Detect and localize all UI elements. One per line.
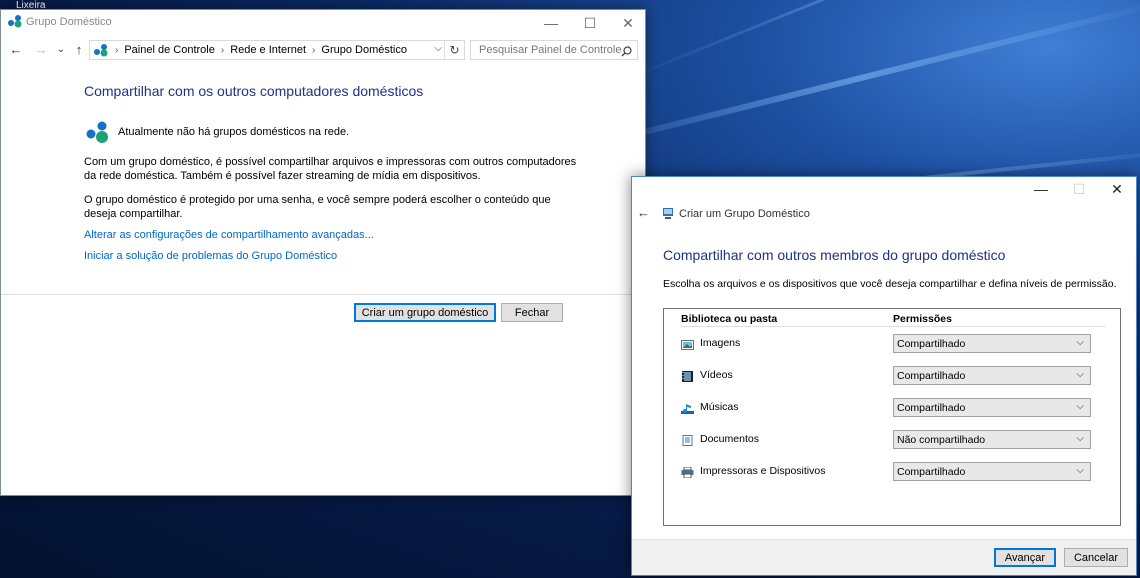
page-title: Compartilhar com os outros computadores … (84, 83, 424, 99)
chevron-down-icon: ⌵ (1076, 465, 1084, 476)
library-label: Imagens (700, 337, 741, 349)
advanced-sharing-settings-link[interactable]: Alterar as configurações de compartilham… (84, 229, 374, 241)
breadcrumb-separator: › (312, 44, 316, 56)
table-row: Impressoras e Dispositivos Compartilhado… (664, 461, 1120, 483)
library-label: Vídeos (700, 369, 733, 381)
table-row: Vídeos Compartilhado ⌵ (664, 365, 1120, 387)
window-title: Grupo Doméstico (26, 16, 112, 28)
chevron-down-icon: ⌵ (1076, 401, 1084, 412)
table-row: Imagens Compartilhado ⌵ (664, 333, 1120, 355)
wizard-footer: Avançar Cancelar (632, 539, 1136, 575)
homegroup-icon (8, 15, 22, 28)
maximize-button: ☐ (1072, 180, 1086, 197)
homegroup-window: Grupo Doméstico — ☐ ✕ ← → ⌄ ↑ › Painel d… (0, 9, 646, 496)
title-bar[interactable]: Grupo Doméstico — ☐ ✕ (1, 10, 645, 38)
permission-select[interactable]: Compartilhado ⌵ (893, 462, 1091, 481)
sharing-permissions-table: Biblioteca ou pasta Permissões Imagens C… (663, 308, 1121, 526)
permission-value: Compartilhado (897, 402, 966, 414)
navigation-bar: ← → ⌄ ↑ › Painel de Controle › Rede e In… (1, 38, 645, 62)
minimize-button[interactable]: — (1022, 177, 1060, 201)
create-homegroup-wizard: — ☐ ✕ ← Criar um Grupo Doméstico Compart… (631, 176, 1137, 576)
homegroup-wizard-icon (663, 208, 673, 219)
breadcrumb-network-internet[interactable]: Rede e Internet (230, 44, 306, 56)
minimize-button[interactable]: — (533, 10, 569, 36)
back-arrow-icon[interactable]: ← (637, 205, 650, 220)
close-window-button[interactable]: Fechar (501, 303, 563, 322)
permission-value: Não compartilhado (897, 434, 986, 446)
permission-select[interactable]: Não compartilhado ⌵ (893, 430, 1091, 449)
documents-icon (682, 435, 693, 446)
search-input[interactable]: Pesquisar Painel de Controle (470, 40, 638, 60)
header-divider (681, 326, 1105, 327)
permission-select[interactable]: Compartilhado ⌵ (893, 334, 1091, 353)
maximize-button[interactable]: ☐ (572, 10, 608, 36)
permission-value: Compartilhado (897, 338, 966, 350)
breadcrumb-separator: › (115, 44, 119, 56)
chevron-down-icon: ⌵ (1076, 369, 1084, 380)
breadcrumb-separator: › (220, 44, 225, 56)
homegroup-password-note: O grupo doméstico é protegido por uma se… (84, 194, 551, 220)
table-row: Documentos Não compartilhado ⌵ (664, 429, 1120, 451)
footer-divider (1, 294, 645, 295)
wizard-title: Criar um Grupo Doméstico (679, 208, 810, 220)
close-button[interactable]: ✕ (610, 10, 646, 36)
wizard-description: Escolha os arquivos e os dispositivos qu… (663, 278, 1117, 290)
breadcrumb-homegroup[interactable]: Grupo Doméstico (321, 44, 407, 56)
homegroup-status: Atualmente não há grupos domésticos na r… (85, 120, 349, 144)
pictures-icon (681, 340, 694, 350)
refresh-icon[interactable]: ↻ (444, 41, 464, 59)
table-row: Músicas Compartilhado ⌵ (664, 397, 1120, 419)
videos-icon (682, 371, 693, 382)
cancel-button[interactable]: Cancelar (1064, 548, 1128, 567)
address-dropdown-chevron-icon[interactable]: ⌵ (434, 43, 442, 54)
troubleshoot-homegroup-link[interactable]: Iniciar a solução de problemas do Grupo … (84, 250, 337, 262)
column-header-library: Biblioteca ou pasta (681, 313, 778, 325)
library-label: Músicas (700, 401, 739, 413)
breadcrumb-control-panel[interactable]: Painel de Controle (124, 44, 215, 56)
chevron-down-icon: ⌵ (1076, 337, 1084, 348)
light-beam (559, 0, 1140, 156)
create-homegroup-button[interactable]: Criar um grupo doméstico (354, 303, 496, 322)
permission-select[interactable]: Compartilhado ⌵ (893, 398, 1091, 417)
permission-select[interactable]: Compartilhado ⌵ (893, 366, 1091, 385)
forward-arrow-icon[interactable]: → (33, 41, 49, 57)
homegroup-icon (94, 44, 108, 57)
address-bar[interactable]: › Painel de Controle › Rede e Internet ›… (89, 40, 465, 60)
music-icon (681, 404, 694, 414)
chevron-down-icon: ⌵ (1076, 433, 1084, 444)
homegroup-icon (86, 121, 108, 143)
search-icon[interactable] (621, 46, 632, 57)
printer-icon (681, 467, 694, 478)
permission-value: Compartilhado (897, 466, 966, 478)
wizard-heading: Compartilhar com outros membros do grupo… (663, 247, 1006, 263)
permission-value: Compartilhado (897, 370, 966, 382)
column-header-permissions: Permissões (893, 313, 952, 325)
homegroup-description: Com um grupo doméstico, é possível compa… (84, 156, 577, 182)
status-text: Atualmente não há grupos domésticos na r… (118, 126, 350, 138)
close-button[interactable]: ✕ (1098, 177, 1136, 201)
library-label: Documentos (700, 433, 759, 445)
library-label: Impressoras e Dispositivos (700, 465, 826, 477)
recent-locations-chevron-icon[interactable]: ⌄ (53, 41, 69, 57)
up-arrow-icon[interactable]: ↑ (71, 41, 87, 57)
back-arrow-icon[interactable]: ← (8, 41, 24, 57)
next-button[interactable]: Avançar (994, 548, 1056, 567)
